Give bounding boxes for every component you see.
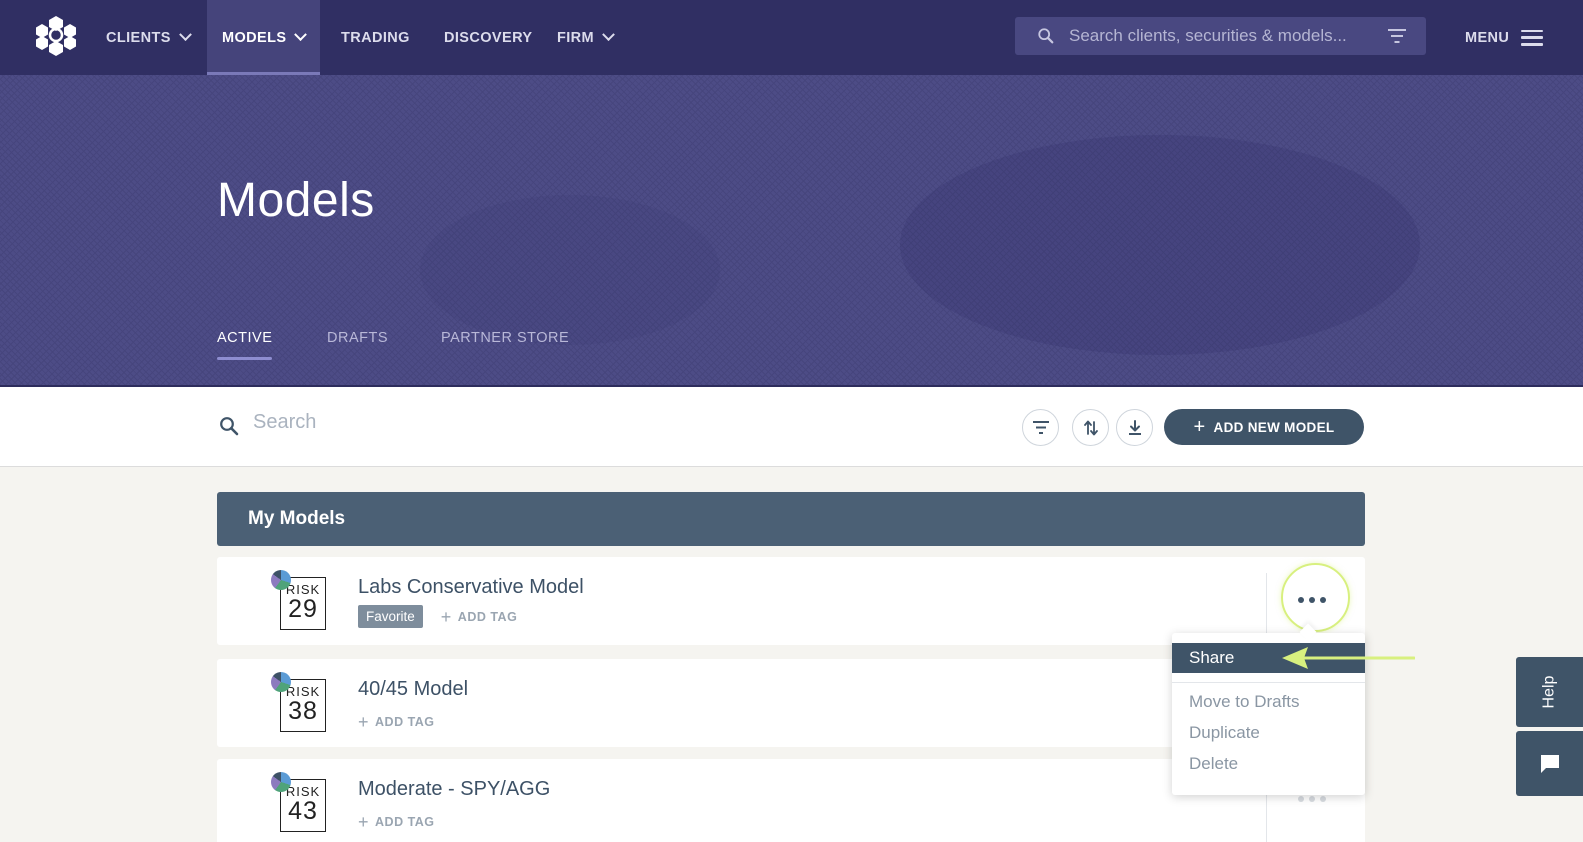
add-new-model-label: ADD NEW MODEL xyxy=(1213,419,1335,435)
menu-item-move-to-drafts[interactable]: Move to Drafts xyxy=(1189,692,1300,712)
chevron-down-icon xyxy=(602,28,615,42)
nav-trading-label: TRADING xyxy=(341,29,410,46)
nav-models-label: MODELS xyxy=(222,29,287,46)
tab-partner-store[interactable]: PARTNER STORE xyxy=(441,330,569,346)
list-toolbar: + ADD NEW MODEL xyxy=(0,387,1583,467)
tab-drafts[interactable]: DRAFTS xyxy=(327,330,388,346)
sort-button[interactable] xyxy=(1072,409,1109,446)
risk-score: 29 xyxy=(288,595,318,623)
menu-item-share-label: Share xyxy=(1189,648,1235,667)
page-header-banner: Models ACTIVE DRAFTS PARTNER STORE xyxy=(0,75,1583,387)
app-logo-icon[interactable] xyxy=(36,14,76,56)
tag-list: + ADD TAG xyxy=(358,713,435,731)
nav-clients[interactable]: CLIENTS xyxy=(106,0,192,75)
tag-list: Favorite + ADD TAG xyxy=(358,605,517,628)
model-name[interactable]: Labs Conservative Model xyxy=(358,576,584,599)
menu-divider xyxy=(1172,682,1365,683)
sort-icon xyxy=(1083,420,1098,435)
help-label: Help xyxy=(1540,675,1558,709)
global-search xyxy=(1015,17,1426,55)
group-title: My Models xyxy=(248,508,346,529)
tab-active[interactable]: ACTIVE xyxy=(217,330,273,360)
tag-favorite[interactable]: Favorite xyxy=(358,605,423,628)
dot xyxy=(1309,796,1315,802)
nav-clients-label: CLIENTS xyxy=(106,29,171,46)
main-menu-button[interactable]: MENU xyxy=(1465,0,1544,75)
add-tag-label: ADD TAG xyxy=(457,609,518,624)
chat-bubble-icon xyxy=(1540,754,1559,773)
annotation-arrow-icon xyxy=(1282,647,1415,669)
chat-button[interactable] xyxy=(1516,731,1583,796)
top-navigation-bar: CLIENTS MODELS TRADING DISCOVERY FIRM ME… xyxy=(0,0,1583,75)
add-tag-label: ADD TAG xyxy=(375,815,435,829)
nav-trading[interactable]: TRADING xyxy=(341,0,410,75)
plus-icon: + xyxy=(358,812,370,832)
model-name[interactable]: Moderate - SPY/AGG xyxy=(358,778,550,801)
dot xyxy=(1298,796,1304,802)
add-tag-label: ADD TAG xyxy=(375,715,435,729)
menu-item-duplicate[interactable]: Duplicate xyxy=(1189,723,1260,743)
add-new-model-button[interactable]: + ADD NEW MODEL xyxy=(1164,409,1364,445)
help-button[interactable]: Help xyxy=(1516,657,1583,727)
nav-models[interactable]: MODELS xyxy=(207,0,321,75)
dot xyxy=(1320,796,1326,802)
menu-label: MENU xyxy=(1465,29,1510,46)
filter-icon[interactable] xyxy=(1388,29,1406,43)
group-header-my-models[interactable]: My Models xyxy=(217,492,1365,546)
allocation-pie-icon xyxy=(271,772,291,792)
plus-icon: + xyxy=(358,712,370,732)
model-row[interactable]: RISK 29 Labs Conservative Model Favorite… xyxy=(217,557,1365,645)
model-search-input[interactable] xyxy=(253,411,753,434)
annotation-highlight-ring xyxy=(1281,563,1350,632)
page-title: Models xyxy=(217,174,375,227)
plus-icon: + xyxy=(1193,415,1206,438)
filter-icon xyxy=(1032,421,1049,434)
filter-button[interactable] xyxy=(1022,409,1059,446)
search-icon xyxy=(1038,28,1054,44)
tag-list: + ADD TAG xyxy=(358,813,435,831)
hamburger-icon xyxy=(1521,29,1544,46)
plus-icon: + xyxy=(440,606,452,627)
allocation-pie-icon xyxy=(271,570,291,590)
risk-score: 43 xyxy=(288,797,318,825)
nav-discovery-label: DISCOVERY xyxy=(444,29,533,46)
add-tag-button[interactable]: + ADD TAG xyxy=(358,813,435,831)
add-tag-button[interactable]: + ADD TAG xyxy=(441,608,518,626)
nav-firm[interactable]: FIRM xyxy=(557,0,615,75)
download-icon xyxy=(1128,419,1141,435)
global-search-input[interactable] xyxy=(1069,26,1369,46)
add-tag-button[interactable]: + ADD TAG xyxy=(358,713,435,731)
nav-discovery[interactable]: DISCOVERY xyxy=(444,0,532,75)
chevron-down-icon xyxy=(178,28,192,42)
nav-firm-label: FIRM xyxy=(557,29,595,46)
chevron-down-icon xyxy=(294,28,308,42)
allocation-pie-icon xyxy=(271,672,291,692)
search-icon xyxy=(220,417,239,436)
model-name[interactable]: 40/45 Model xyxy=(358,678,468,701)
download-button[interactable] xyxy=(1116,409,1153,446)
menu-item-delete[interactable]: Delete xyxy=(1189,754,1238,774)
risk-score: 38 xyxy=(288,697,318,725)
